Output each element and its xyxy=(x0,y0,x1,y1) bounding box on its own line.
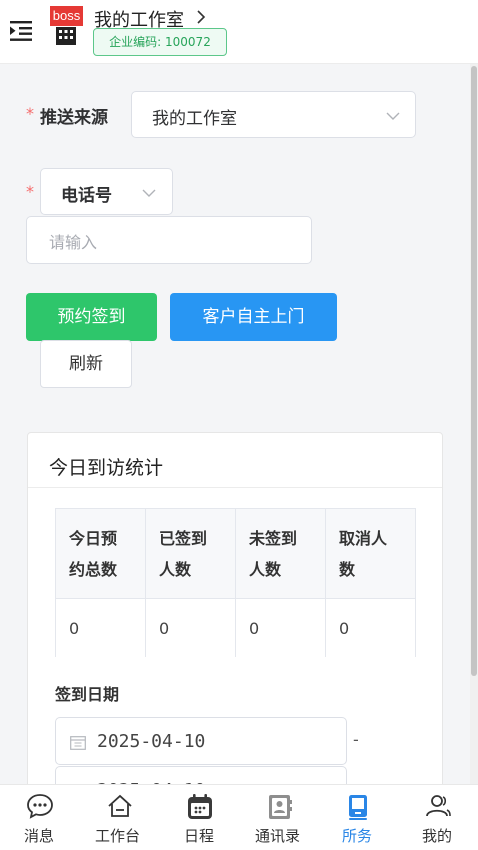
table-cell: 0 xyxy=(325,598,416,657)
scroll-thumb[interactable] xyxy=(471,66,477,676)
nav-label: 日程 xyxy=(184,827,215,845)
users-icon xyxy=(426,795,451,817)
nav-label: 消息 xyxy=(24,827,55,845)
date-start-input[interactable]: 2025-04-10 xyxy=(55,717,347,765)
contacts-icon xyxy=(269,795,292,819)
date-start-value: 2025-04-10 xyxy=(97,731,206,752)
nav-label: 通讯录 xyxy=(255,827,301,845)
table-cell: 0 xyxy=(235,598,326,657)
source-select[interactable]: 我的工作室 xyxy=(131,91,416,138)
col-header: 取消人数 xyxy=(325,508,416,599)
phone-input[interactable]: 请输入 xyxy=(26,216,312,264)
building-icon xyxy=(56,27,76,45)
source-label: 推送来源 xyxy=(40,108,108,128)
company-code-badge: 企业编码: 100072 xyxy=(93,28,227,56)
nav-item-contacts[interactable]: 通讯录 xyxy=(252,785,308,850)
logo-text: boss xyxy=(50,6,83,26)
source-select-value: 我的工作室 xyxy=(152,109,237,129)
col-header: 已签到人数 xyxy=(145,508,236,599)
app-header: boss 我的工作室 企业编码: 100072 xyxy=(0,0,478,64)
table-row: 0 0 0 0 xyxy=(55,598,416,657)
stats-table-scroll[interactable]: 今日预约总数 已签到人数 未签到人数 取消人数 0 0 0 0 xyxy=(55,508,416,657)
table-header-row: 今日预约总数 已签到人数 未签到人数 取消人数 xyxy=(55,508,416,599)
stats-table: 今日预约总数 已签到人数 未签到人数 取消人数 0 0 0 0 xyxy=(55,508,416,657)
nav-item-workbench[interactable]: 工作台 xyxy=(92,785,148,850)
bottom-nav: 消息 工作台 日程 通讯录 所务 我的 xyxy=(0,784,478,850)
phone-input-placeholder: 请输入 xyxy=(49,233,98,252)
sign-date-label: 签到日期 xyxy=(55,685,120,704)
appointment-checkin-button[interactable]: 预约签到 xyxy=(26,293,157,341)
required-mark: * xyxy=(26,182,34,201)
home-icon xyxy=(108,794,132,817)
visit-stats-card: 今日到访统计 今日预约总数 已签到人数 未签到人数 取消人数 0 0 0 0 签… xyxy=(27,432,443,792)
nav-label: 我的 xyxy=(422,827,453,845)
nav-item-messages[interactable]: 消息 xyxy=(12,785,68,850)
boss-logo: boss xyxy=(50,6,83,45)
phone-type-select[interactable]: 电话号 xyxy=(40,168,173,215)
date-range-separator: - xyxy=(353,730,359,749)
nav-item-schedule[interactable]: 日程 xyxy=(172,785,228,850)
col-header: 今日预约总数 xyxy=(55,508,146,599)
chevron-right-icon[interactable] xyxy=(195,9,207,25)
table-cell: 0 xyxy=(145,598,236,657)
chevron-down-icon xyxy=(386,112,400,120)
refresh-button[interactable]: 刷新 xyxy=(40,340,132,388)
scrollbar[interactable] xyxy=(470,64,478,784)
chevron-down-icon xyxy=(142,189,156,197)
phone-type-value: 电话号 xyxy=(61,186,112,206)
required-mark: * xyxy=(26,104,34,123)
nav-item-mine[interactable]: 我的 xyxy=(410,785,466,850)
col-header: 未签到人数 xyxy=(235,508,326,599)
calendar-icon xyxy=(188,794,212,819)
nav-label: 所务 xyxy=(342,827,373,845)
calendar-icon xyxy=(70,736,86,750)
chat-bubble-icon xyxy=(27,794,53,819)
table-cell: 0 xyxy=(55,598,146,657)
tablet-icon xyxy=(349,795,367,820)
card-divider xyxy=(28,487,442,488)
customer-walkin-button[interactable]: 客户自主上门 xyxy=(170,293,337,341)
card-title: 今日到访统计 xyxy=(49,457,164,479)
nav-item-affairs[interactable]: 所务 xyxy=(330,785,386,850)
nav-label: 工作台 xyxy=(95,827,141,845)
menu-indent-icon[interactable] xyxy=(10,20,34,42)
